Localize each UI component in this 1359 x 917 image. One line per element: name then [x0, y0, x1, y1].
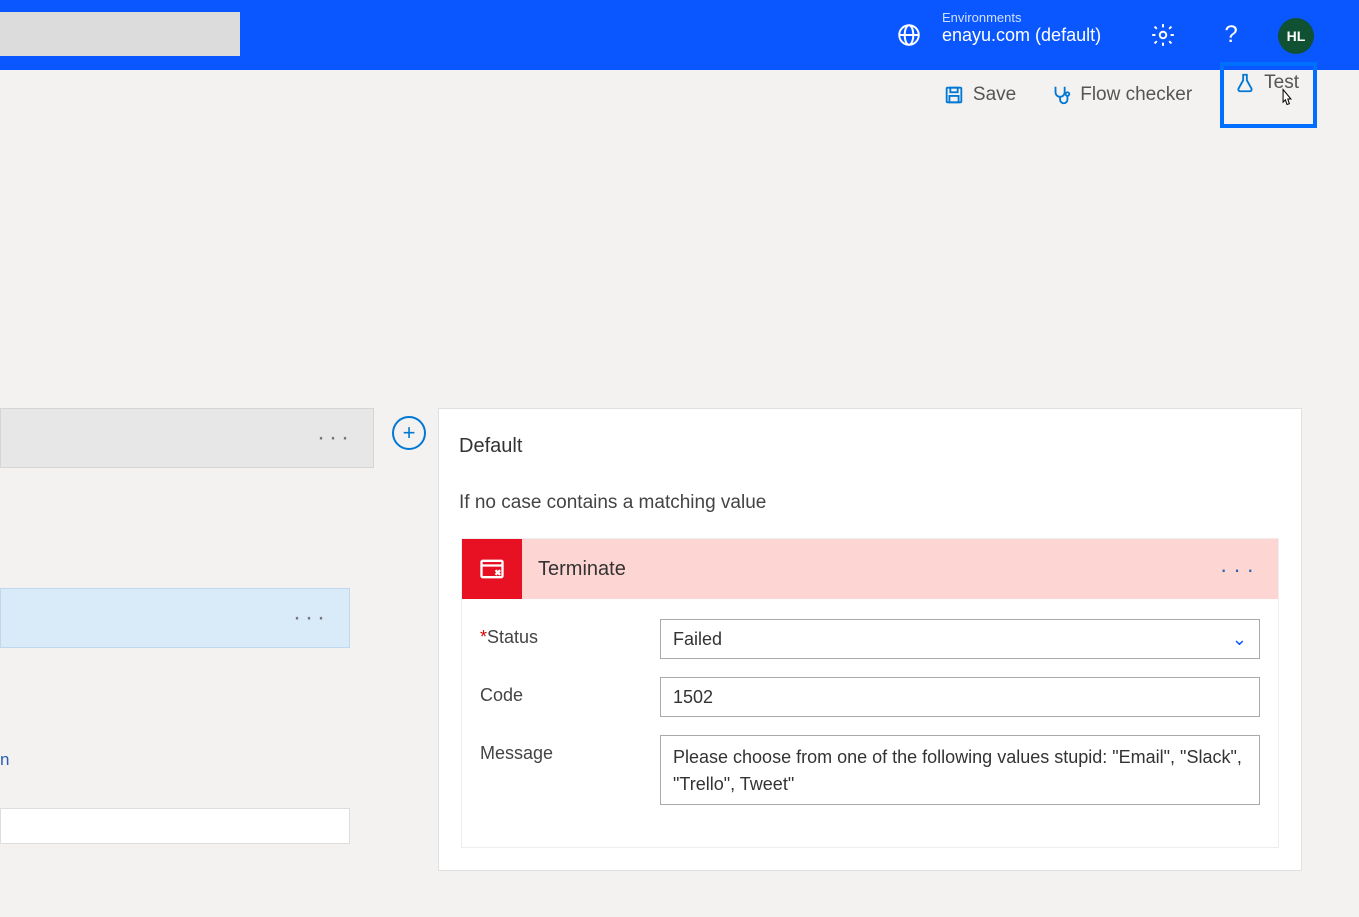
status-label: *Status — [480, 619, 660, 648]
stethoscope-icon — [1050, 84, 1072, 106]
add-case-button[interactable]: + — [392, 416, 426, 450]
test-button[interactable]: Test — [1220, 62, 1317, 128]
globe-icon[interactable] — [896, 22, 922, 48]
terminate-action: Terminate ··· *Status Failed ⌄ Code Mess… — [461, 538, 1279, 848]
terminate-title: Terminate — [522, 558, 626, 581]
action-toolbar: Save Flow checker Test — [0, 70, 1359, 120]
environment-name: enayu.com (default) — [942, 25, 1101, 46]
case-card[interactable]: ··· — [0, 408, 374, 468]
status-select[interactable]: Failed ⌄ — [660, 619, 1260, 659]
action-card[interactable]: ··· — [0, 588, 350, 648]
default-case-card: Default If no case contains a matching v… — [438, 408, 1302, 871]
more-icon[interactable]: ··· — [293, 604, 329, 632]
terminate-form: *Status Failed ⌄ Code Message — [462, 599, 1278, 847]
environment-selector[interactable]: Environments enayu.com (default) — [942, 10, 1101, 46]
more-icon[interactable]: ··· — [1220, 557, 1260, 583]
gear-icon[interactable] — [1150, 22, 1176, 48]
more-icon[interactable]: ··· — [317, 424, 353, 452]
save-label: Save — [973, 84, 1016, 106]
flow-checker-button[interactable]: Flow checker — [1044, 80, 1198, 110]
cursor-icon — [1276, 88, 1298, 110]
code-label: Code — [480, 677, 660, 706]
chevron-down-icon: ⌄ — [1232, 629, 1247, 650]
search-input[interactable] — [0, 12, 240, 56]
flask-icon — [1234, 72, 1256, 94]
terminate-icon — [462, 539, 522, 599]
default-title: Default — [439, 409, 1301, 464]
plus-icon: + — [403, 420, 416, 446]
flow-checker-label: Flow checker — [1080, 84, 1192, 106]
case-card[interactable] — [0, 808, 350, 844]
help-icon[interactable]: ? — [1218, 22, 1244, 48]
message-input[interactable] — [660, 735, 1260, 805]
avatar[interactable]: HL — [1278, 18, 1314, 54]
save-button[interactable]: Save — [937, 80, 1022, 110]
app-header: Environments enayu.com (default) ? HL — [0, 0, 1359, 70]
save-icon — [943, 84, 965, 106]
terminate-header[interactable]: Terminate ··· — [462, 539, 1278, 599]
status-value: Failed — [673, 629, 722, 650]
message-label: Message — [480, 735, 660, 764]
environments-label: Environments — [942, 10, 1101, 25]
code-input[interactable] — [660, 677, 1260, 717]
default-subtitle: If no case contains a matching value — [439, 464, 1301, 534]
add-action-link[interactable]: n — [0, 750, 9, 770]
